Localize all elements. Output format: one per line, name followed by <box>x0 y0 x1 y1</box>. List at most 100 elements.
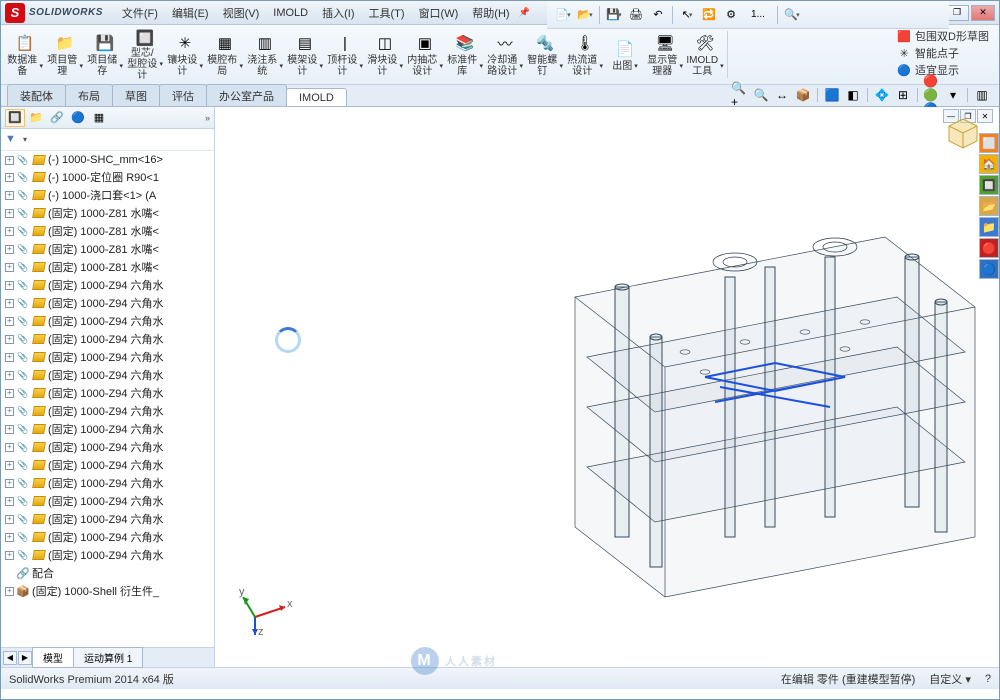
menu-pin-icon[interactable]: 📌 <box>519 7 530 18</box>
cmd-数据准备[interactable]: 📋数据准备▾ <box>5 25 45 84</box>
task-tab-6[interactable]: 🔵 <box>979 259 999 279</box>
expand-icon[interactable]: + <box>5 371 14 380</box>
expand-icon[interactable]: + <box>5 317 14 326</box>
cmd-right-row-0[interactable]: 🟥包围双D形草图 <box>897 28 989 44</box>
bottom-tab-运动算例 1[interactable]: 运动算例 1 <box>73 647 143 668</box>
cmd-项目管理[interactable]: 📁项目管理▾ <box>45 25 85 84</box>
filter-icon[interactable]: ▼ <box>5 133 19 147</box>
menu-insert[interactable]: 插入(I) <box>315 2 361 24</box>
view-tool-2[interactable]: ↔ <box>773 87 791 103</box>
tree-node[interactable]: +📎(-) 1000-浇口套<1> (A <box>1 186 214 204</box>
cmd-标准件库[interactable]: 📚标准件库▾ <box>445 25 485 84</box>
cmd-滑块设计[interactable]: ◫滑块设计▾ <box>365 25 405 84</box>
view-tool-8[interactable]: 💠 <box>873 87 891 103</box>
view-tool-11[interactable]: 🔴🟢🔵 <box>923 87 941 103</box>
cmd-冷却通路设计[interactable]: 〰冷却通路设计▾ <box>485 25 525 84</box>
view-tool-1[interactable]: 🔍 <box>752 87 770 103</box>
tree-node[interactable]: +📎(固定) 1000-Z94 六角水 <box>1 546 214 564</box>
tab-布局[interactable]: 布局 <box>65 84 113 106</box>
status-custom-dropdown[interactable]: 自定义 ▾ <box>929 671 971 687</box>
tree-node[interactable]: +📎(固定) 1000-Z81 水嘴< <box>1 222 214 240</box>
cmd-内抽芯设计[interactable]: ▣内抽芯设计▾ <box>405 25 445 84</box>
tree-node[interactable]: +📎(固定) 1000-Z94 六角水 <box>1 276 214 294</box>
open-button[interactable]: 📂▾ <box>575 5 595 25</box>
expand-icon[interactable]: + <box>5 227 14 236</box>
expand-icon[interactable]: + <box>5 443 14 452</box>
options-button[interactable]: ⚙ <box>721 5 741 25</box>
feature-tab-3[interactable]: 📁 <box>26 109 46 127</box>
cmd-right-row-2[interactable]: 🔵适宜显示 <box>897 62 989 78</box>
cmd-浇注系统[interactable]: ▥浇注系统▾ <box>245 25 285 84</box>
select-button[interactable]: ↖▾ <box>677 5 697 25</box>
cmd-智能螺钉[interactable]: 🔩智能螺钉▾ <box>525 25 565 84</box>
view-orientation-cube-icon[interactable] <box>945 115 981 151</box>
tree-node[interactable]: +📎(-) 1000-定位圈 R90<1 <box>1 168 214 186</box>
expand-icon[interactable]: + <box>5 551 14 560</box>
status-help-icon[interactable]: ? <box>985 673 991 685</box>
bottom-tab-next-button[interactable]: ▶ <box>18 651 32 665</box>
menu-edit[interactable]: 编辑(E) <box>165 2 216 24</box>
cmd-型芯/型腔设计[interactable]: 🔲型芯/型腔设计▾ <box>125 25 165 84</box>
expand-icon[interactable]: + <box>5 281 14 290</box>
expand-icon[interactable]: + <box>5 263 14 272</box>
view-tool-6[interactable]: ◧ <box>844 87 862 103</box>
tree-node[interactable]: +📎(固定) 1000-Z81 水嘴< <box>1 204 214 222</box>
tab-装配体[interactable]: 装配体 <box>7 84 66 106</box>
cmd-right-row-1[interactable]: ✳智能点子 <box>897 45 989 61</box>
tree-node[interactable]: +📎(固定) 1000-Z94 六角水 <box>1 312 214 330</box>
task-tab-3[interactable]: 📂 <box>979 196 999 216</box>
menu-window[interactable]: 窗口(W) <box>412 2 466 24</box>
expand-icon[interactable]: + <box>5 389 14 398</box>
expand-icon[interactable]: + <box>5 425 14 434</box>
menu-help[interactable]: 帮助(H) <box>465 2 516 24</box>
tab-IMOLD[interactable]: IMOLD <box>286 88 347 106</box>
tree-node[interactable]: +📎(固定) 1000-Z94 六角水 <box>1 384 214 402</box>
rebuild-button[interactable]: 🔁 <box>699 5 719 25</box>
expand-icon[interactable]: + <box>5 515 14 524</box>
tree-node[interactable]: +📎(固定) 1000-Z81 水嘴< <box>1 258 214 276</box>
close-button[interactable]: ✕ <box>971 5 995 21</box>
tree-node[interactable]: +📎(固定) 1000-Z94 六角水 <box>1 294 214 312</box>
filter-dropdown-icon[interactable]: ▾ <box>23 135 27 144</box>
view-tool-9[interactable]: ⊞ <box>894 87 912 103</box>
cmd-顶杆设计[interactable]: |顶杆设计▾ <box>325 25 365 84</box>
view-tool-5[interactable]: 🟦 <box>823 87 841 103</box>
tab-评估[interactable]: 评估 <box>159 84 207 106</box>
expand-icon[interactable]: + <box>5 191 14 200</box>
cmd-镶块设计[interactable]: ✳镶块设计▾ <box>165 25 205 84</box>
bottom-tab-prev-button[interactable]: ◀ <box>3 651 17 665</box>
tree-node[interactable]: +📎(固定) 1000-Z94 六角水 <box>1 456 214 474</box>
expand-icon[interactable]: + <box>5 587 14 596</box>
expand-icon[interactable]: + <box>5 533 14 542</box>
menu-file[interactable]: 文件(F) <box>115 2 165 24</box>
feature-tree[interactable]: +📎(-) 1000-SHC_mm<16>+📎(-) 1000-定位圈 R90<… <box>1 151 214 647</box>
graphics-viewport[interactable]: — ❐ ✕ <box>215 107 999 667</box>
feature-tab-2[interactable]: 🔗 <box>47 109 67 127</box>
task-tab-2[interactable]: 🔲 <box>979 175 999 195</box>
tree-node[interactable]: +📎(固定) 1000-Z94 六角水 <box>1 366 214 384</box>
tree-node[interactable]: +📎(固定) 1000-Z94 六角水 <box>1 348 214 366</box>
tree-node[interactable]: +📎(固定) 1000-Z94 六角水 <box>1 402 214 420</box>
tree-node[interactable]: 🔗配合 <box>1 564 214 582</box>
one-button[interactable]: 1... <box>743 5 773 25</box>
menu-tools[interactable]: 工具(T) <box>362 2 412 24</box>
cmd-项目储存[interactable]: 💾项目储存▾ <box>85 25 125 84</box>
expand-icon[interactable]: + <box>5 299 14 308</box>
expand-icon[interactable]: + <box>5 173 14 182</box>
cmd-热流道设计[interactable]: 🌡热流道设计▾ <box>565 25 605 84</box>
expand-icon[interactable]: + <box>5 353 14 362</box>
view-tool-3[interactable]: 📦 <box>794 87 812 103</box>
tree-node[interactable]: +📎(固定) 1000-Z94 六角水 <box>1 528 214 546</box>
tree-node[interactable]: +📎(固定) 1000-Z94 六角水 <box>1 474 214 492</box>
view-tool-12[interactable]: ▾ <box>944 87 962 103</box>
save-button[interactable]: 💾▾ <box>604 5 624 25</box>
tree-node[interactable]: +📎(-) 1000-SHC_mm<16> <box>1 152 214 168</box>
cmd-模腔布局[interactable]: ▦模腔布局▾ <box>205 25 245 84</box>
cmd-显示管理器[interactable]: 🖥显示管理器▾ <box>645 25 685 84</box>
menu-view[interactable]: 视图(V) <box>216 2 267 24</box>
expand-icon[interactable]: + <box>5 156 14 165</box>
tree-node[interactable]: +📦(固定) 1000-Shell 衍生件_ <box>1 582 214 600</box>
view-tool-0[interactable]: 🔍+ <box>731 87 749 103</box>
feature-tab-4[interactable]: 🔲 <box>5 109 25 127</box>
cmd-IMOLD工具[interactable]: 🛠IMOLD工具▾ <box>685 25 725 84</box>
